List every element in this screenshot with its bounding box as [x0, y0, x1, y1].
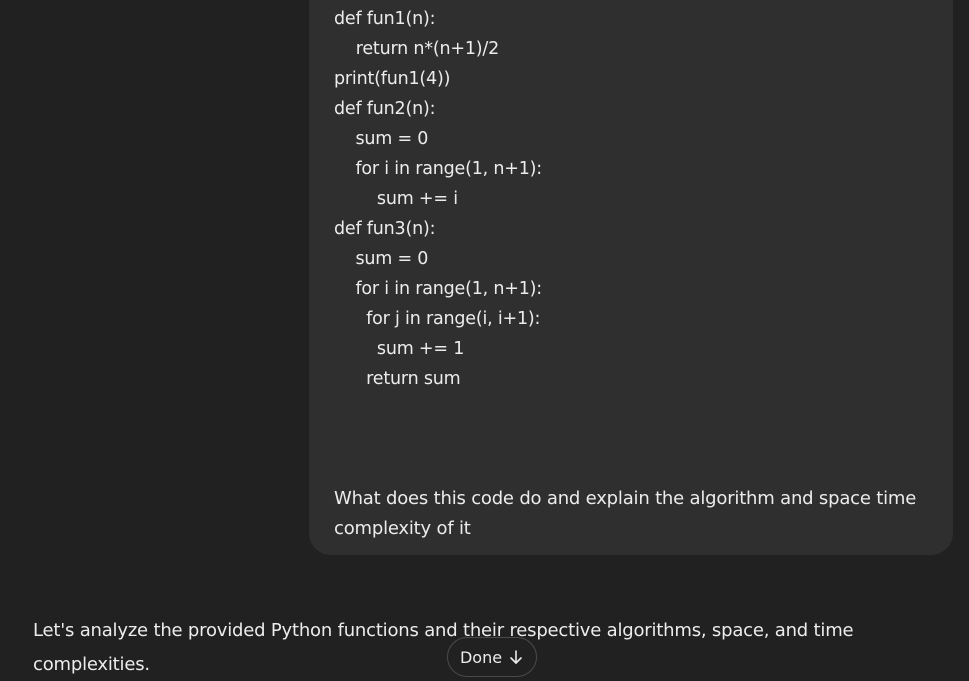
- scroll-down-button[interactable]: Done: [447, 637, 537, 677]
- code-line: sum = 0: [334, 129, 429, 149]
- code-line: print(fun1(4)): [334, 69, 451, 89]
- code-line: return n*(n+1)/2: [345, 39, 500, 59]
- code-line: for i in range(1, n+1):: [334, 159, 543, 179]
- user-question-text: What does this code do and explain the a…: [334, 488, 917, 539]
- code-line: def fun1(n):: [334, 9, 436, 29]
- code-line: sum = 0: [334, 249, 429, 269]
- code-line: sum += i: [334, 189, 458, 209]
- arrow-down-icon: [508, 649, 524, 665]
- scroll-down-label: Done: [459, 647, 503, 667]
- code-line: for j in range(i, i+1):: [334, 309, 541, 329]
- user-message-bubble: def fun1(n): return n*(n+1)/2 print(fun1…: [309, 0, 953, 555]
- chat-view: def fun1(n): return n*(n+1)/2 print(fun1…: [0, 0, 969, 681]
- code-line: return sum: [334, 369, 461, 389]
- code-line: def fun2(n):: [334, 99, 436, 119]
- code-line: def fun3(n):: [334, 219, 436, 239]
- code-line: for i in range(1, n+1):: [334, 279, 543, 299]
- code-line: sum += 1: [334, 339, 465, 359]
